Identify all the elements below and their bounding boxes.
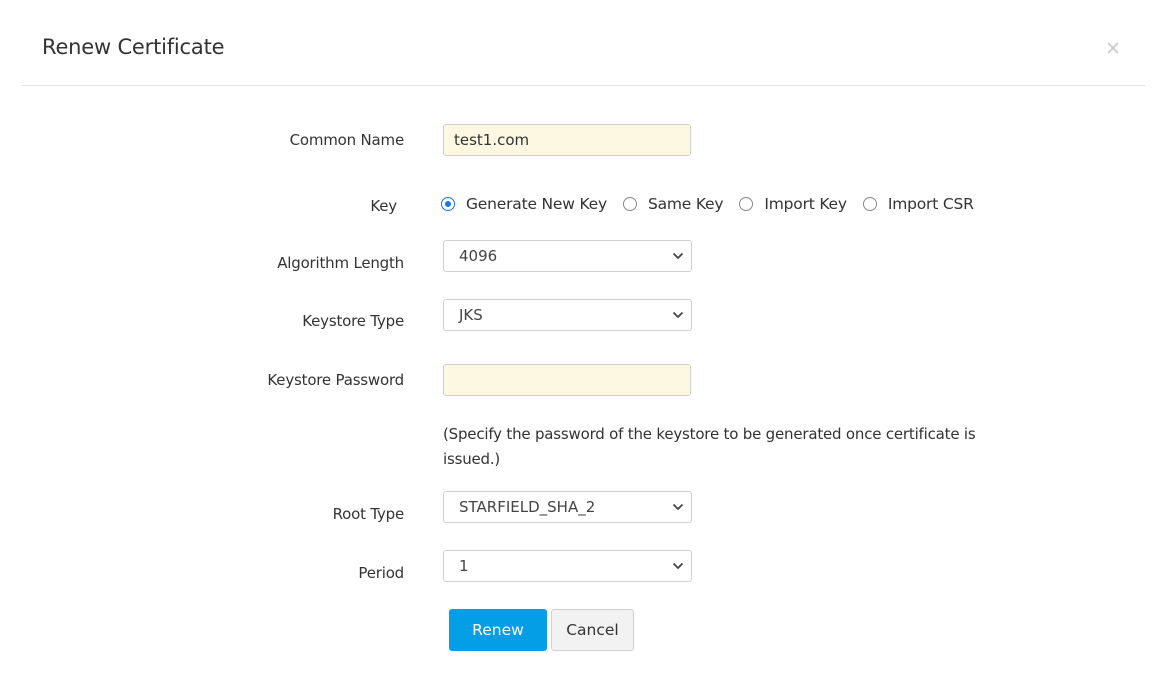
algorithm-length-label: Algorithm Length xyxy=(277,254,404,272)
common-name-input[interactable]: test1.com xyxy=(443,124,691,156)
period-label: Period xyxy=(358,564,404,582)
key-radio-group: Generate New Key Same Key Import Key Imp… xyxy=(441,193,990,215)
algorithm-length-select[interactable]: 4096 xyxy=(443,240,692,272)
root-type-label: Root Type xyxy=(332,505,405,523)
radio-label: Import CSR xyxy=(887,195,974,213)
algorithm-length-value: 4096 xyxy=(459,247,498,265)
chevron-down-icon xyxy=(672,311,684,319)
keystore-password-label: Keystore Password xyxy=(267,371,404,389)
radio-unchecked-icon xyxy=(862,197,877,211)
radio-label: Import Key xyxy=(764,195,847,213)
radio-import-csr[interactable]: Import CSR xyxy=(862,195,974,213)
keystore-type-label: Keystore Type xyxy=(302,312,404,330)
keystore-password-input[interactable] xyxy=(443,364,691,396)
keystore-type-value: JKS xyxy=(459,306,483,324)
period-select[interactable]: 1 xyxy=(443,550,692,582)
radio-unchecked-icon xyxy=(622,197,637,211)
dialog-header: Renew Certificate xyxy=(22,0,1145,86)
root-type-value: STARFIELD_SHA_2 xyxy=(459,498,596,516)
close-icon xyxy=(1107,42,1119,54)
period-value: 1 xyxy=(459,557,469,575)
cancel-button[interactable]: Cancel xyxy=(551,609,634,651)
password-hint: (Specify the password of the keystore to… xyxy=(443,425,976,468)
key-label: Key xyxy=(370,197,397,215)
radio-generate-new-key[interactable]: Generate New Key xyxy=(441,195,607,213)
renew-certificate-dialog: Renew Certificate Common Name test1.com … xyxy=(0,0,1176,693)
radio-same-key[interactable]: Same Key xyxy=(622,195,724,213)
root-type-select[interactable]: STARFIELD_SHA_2 xyxy=(443,491,692,523)
common-name-label: Common Name xyxy=(289,131,405,149)
radio-unchecked-icon xyxy=(739,197,754,211)
radio-label: Same Key xyxy=(647,195,724,213)
radio-import-key[interactable]: Import Key xyxy=(739,195,847,213)
chevron-down-icon xyxy=(672,503,684,511)
dialog-title: Renew Certificate xyxy=(42,35,225,59)
radio-checked-icon xyxy=(441,197,455,211)
chevron-down-icon xyxy=(672,562,684,570)
radio-label: Generate New Key xyxy=(466,195,607,213)
chevron-down-icon xyxy=(672,252,684,260)
close-button[interactable] xyxy=(1101,36,1125,60)
renew-button[interactable]: Renew xyxy=(449,609,547,651)
keystore-type-select[interactable]: JKS xyxy=(443,299,692,331)
